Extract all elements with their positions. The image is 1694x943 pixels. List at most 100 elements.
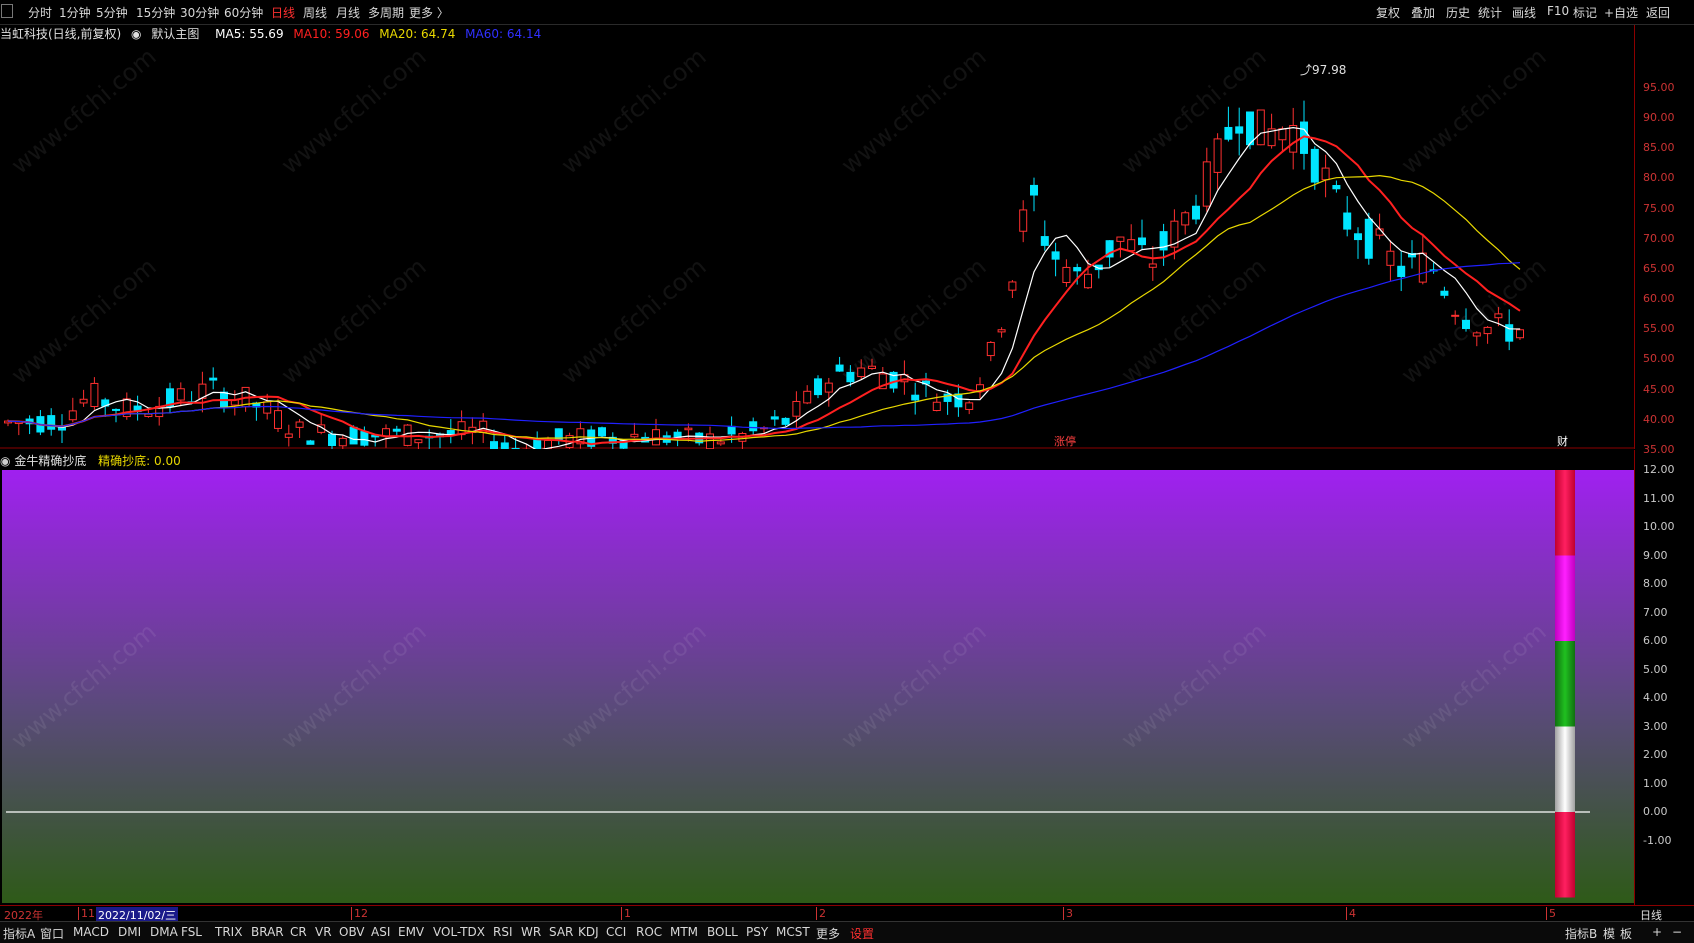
high-price-label: ⤴97.98 (1300, 62, 1346, 77)
indicator-tab[interactable]: DMA (150, 925, 178, 939)
indicator-tick: 5.00 (1643, 662, 1668, 676)
limit-up-marker: 涨停 (1054, 434, 1076, 448)
tabbar-right-button[interactable]: 模 (1603, 925, 1615, 942)
toolbar-button[interactable]: F10 (1547, 4, 1569, 18)
period-tab[interactable]: 分时 (28, 4, 52, 21)
toolbar-button[interactable]: +自选 (1604, 4, 1638, 21)
toolbar-button[interactable]: 标记 (1573, 4, 1597, 21)
indicator-tab[interactable]: VR (315, 925, 332, 939)
candle (306, 439, 315, 445)
candle (1256, 109, 1265, 146)
indicator-tab[interactable]: VOL-TDX (433, 925, 485, 939)
candle (814, 375, 822, 399)
price-tick: 60.00 (1643, 292, 1675, 306)
period-toolbar: 分时 1分钟 5分钟 15分钟 30分钟 60分钟 日线 周线 月线 多周期 更多 〉 复权 叠加 历史统… (0, 0, 1694, 25)
indicator-tab[interactable]: BRAR (251, 925, 284, 939)
price-tick: 45.00 (1643, 382, 1675, 396)
indicator-tick: 6.00 (1643, 634, 1668, 647)
indicator-tab[interactable]: MACD (73, 925, 109, 939)
indicator-tick: 3.00 (1643, 719, 1668, 733)
indicator-legend: ◉ 金牛精确抄底 精确抄底: 0.00 (0, 452, 181, 468)
candle (403, 424, 412, 447)
indicator-tab[interactable]: EMV (398, 925, 424, 939)
indicator-chart[interactable]: www.cfchi.com www.cfchi.com www.cfchi.com w… (0, 450, 1634, 905)
signal-bar-segment (1555, 470, 1575, 556)
indicator-tick: 2.00 (1643, 748, 1668, 761)
toolbar-button[interactable]: 历史 (1446, 4, 1470, 21)
period-tab[interactable]: 多周期 (368, 4, 404, 21)
period-tab[interactable]: 更多 〉 (409, 4, 449, 21)
toolbar-button[interactable]: 统计 (1478, 4, 1502, 21)
indicator-tab[interactable]: FSL (181, 925, 202, 939)
indicator-tab[interactable]: 设置 (850, 925, 874, 942)
indicator-tick: 1.00 (1643, 776, 1668, 790)
tabbar-right-button[interactable]: − (1672, 925, 1682, 939)
indicator-tab[interactable]: DMI (118, 925, 141, 939)
month-tick: 12 (351, 907, 368, 920)
collapse-button[interactable] (1, 4, 13, 18)
indicator-tab[interactable]: MCST (776, 925, 810, 939)
indicator-tab[interactable]: TRIX (215, 925, 242, 939)
indicator-tab[interactable]: PSY (746, 925, 768, 939)
template-select[interactable]: ◉ 默认主图 (131, 27, 205, 41)
month-tick: 11 (78, 907, 95, 920)
indicator-tab[interactable]: CR (290, 925, 307, 939)
indicator-tick: 8.00 (1643, 577, 1668, 590)
price-tick: 75.00 (1643, 201, 1675, 215)
price-axis: 95.00 90.00 85.00 80.00 75.00 70.00 65.00 60.00… (1634, 25, 1694, 456)
month-tick: 2 (816, 907, 826, 920)
indicator-tab[interactable]: OBV (339, 925, 365, 939)
ma10-label: MA10: 59.06 (293, 27, 370, 41)
month-tick: 5 (1546, 907, 1556, 920)
indicator-name[interactable]: 金牛精确抄底 (14, 454, 86, 468)
indicator-tick: 12.00 (1643, 463, 1675, 476)
indicator-tab[interactable]: SAR (549, 925, 573, 939)
signal-bar-segment (1555, 555, 1575, 641)
indicator-tab[interactable]: RSI (493, 925, 513, 939)
indicator-tab[interactable]: KDJ (578, 925, 599, 939)
indicator-tab[interactable]: ROC (636, 925, 662, 939)
period-tab[interactable]: 60分钟 (224, 4, 263, 21)
tabbar-right-button[interactable]: + (1652, 925, 1662, 939)
indicator-tick: -1.00 (1643, 833, 1672, 847)
indicator-tick: 7.00 (1643, 605, 1668, 619)
toolbar-button[interactable]: 叠加 (1411, 4, 1435, 21)
dropdown-icon[interactable]: ◉ (0, 454, 10, 468)
price-tick: 40.00 (1643, 412, 1675, 426)
period-tab[interactable]: 15分钟 (136, 4, 175, 21)
candlestick-chart[interactable]: www.cfchi.com www.cfchi.com www.cfchi.com w… (0, 25, 1634, 449)
tabbar-right-button[interactable]: 指标B (1565, 925, 1597, 942)
indicator-tab[interactable]: 指标A (3, 925, 35, 942)
stock-name: 当虹科技(日线,前复权) (0, 27, 122, 41)
ma5-label: MA5: 55.69 (215, 27, 284, 41)
indicator-tab-bar: 指标A 窗口 MACD DMI DMA FSL TRIX BRAR CR VR OBV ASI EMV V… (0, 921, 1694, 943)
period-tab[interactable]: 30分钟 (180, 4, 219, 21)
indicator-tab[interactable]: CCI (606, 925, 626, 939)
price-tick: 95.00 (1643, 81, 1675, 94)
stock-info-line: 当虹科技(日线,前复权) ◉ 默认主图 MA5: 55.69 MA10: 59.… (0, 25, 547, 43)
price-tick: 55.00 (1643, 322, 1675, 336)
period-tab[interactable]: 5分钟 (96, 4, 128, 21)
indicator-tab[interactable]: 窗口 (40, 925, 64, 942)
signal-bar-segment (1555, 641, 1575, 727)
price-tick: 90.00 (1643, 111, 1675, 125)
indicator-gradient-area (2, 470, 1634, 903)
tabbar-right-button[interactable]: 板 (1620, 925, 1632, 942)
period-tab[interactable]: 月线 (336, 4, 360, 21)
indicator-tab[interactable]: MTM (670, 925, 698, 939)
indicator-tab[interactable]: 更多 (816, 925, 840, 942)
period-tab[interactable]: 周线 (303, 4, 327, 21)
indicator-tab[interactable]: BOLL (707, 925, 738, 939)
indicator-tab[interactable]: WR (521, 925, 541, 939)
indicator-tab[interactable]: ASI (371, 925, 390, 939)
period-tab[interactable]: 日线 (271, 4, 295, 21)
indicator-value: 精确抄底: 0.00 (98, 454, 181, 468)
indicator-tick: 10.00 (1643, 520, 1675, 533)
signal-bar-segment (1555, 812, 1575, 898)
toolbar-button[interactable]: 复权 (1376, 4, 1400, 21)
period-tab[interactable]: 1分钟 (59, 4, 91, 21)
low-price-label: ←34.21 (530, 448, 574, 449)
candle (598, 426, 606, 438)
toolbar-button[interactable]: 画线 (1512, 4, 1536, 21)
toolbar-button[interactable]: 返回 (1646, 4, 1670, 21)
